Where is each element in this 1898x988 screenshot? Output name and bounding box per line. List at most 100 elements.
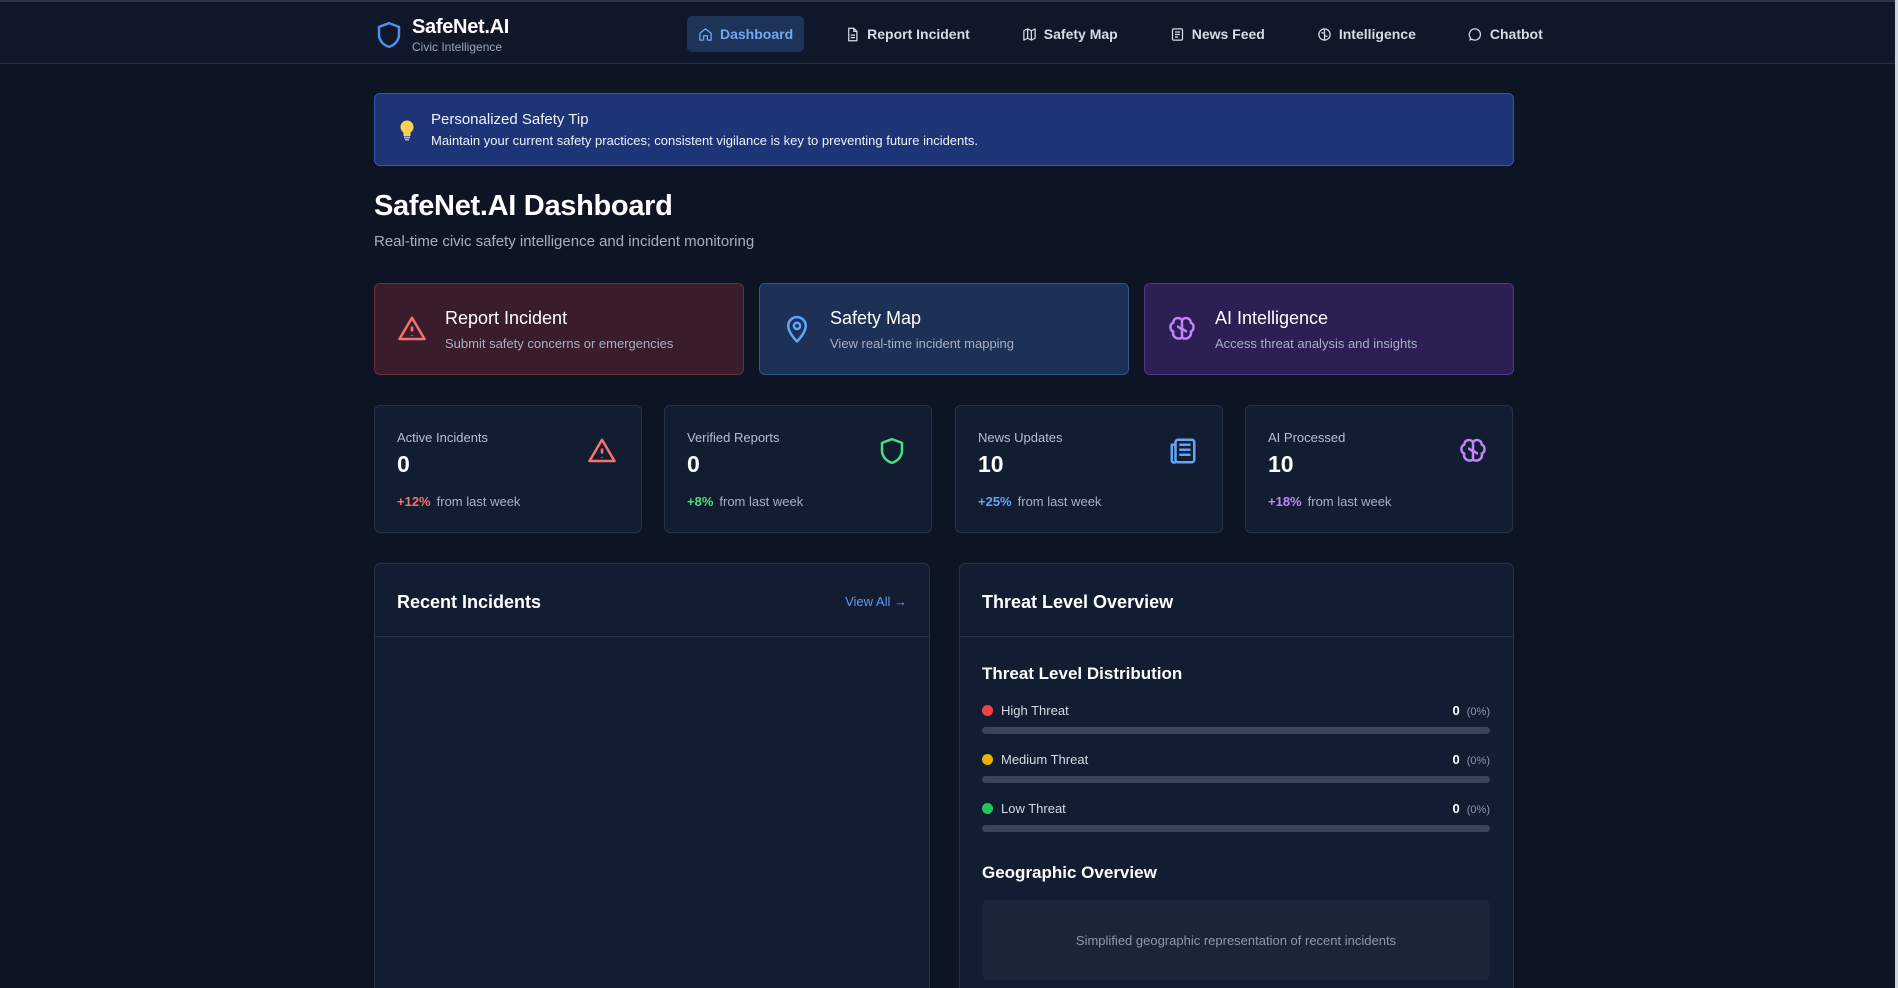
stat-label: Active Incidents: [397, 430, 489, 445]
threat-count-percent: (0%): [1466, 804, 1490, 816]
nav-dashboard-label: Dashboard: [720, 26, 794, 42]
nav-chatbot-label: Chatbot: [1489, 26, 1543, 42]
threat-label-text: High Threat: [1001, 703, 1069, 718]
page-subtitle: Real-time civic safety intelligence and …: [374, 233, 755, 250]
report-incident-card-subtitle: Submit safety concerns or emergencies: [445, 335, 674, 351]
stat-change-text: from last week: [1017, 494, 1102, 509]
nav-dashboard[interactable]: Dashboard: [687, 16, 805, 52]
stat-change-text: from last week: [719, 494, 804, 509]
threat-count: 0 (0%): [1453, 801, 1490, 816]
stat-change-text: from last week: [1307, 494, 1392, 509]
threat-count-number: 0: [1452, 801, 1460, 816]
stat-label: News Updates: [978, 430, 1063, 445]
threat-count-number: 0: [1452, 752, 1460, 767]
ai-intelligence-card-title: AI Intelligence: [1215, 307, 1329, 328]
safety-map-card-subtitle: View real-time incident mapping: [830, 335, 1015, 351]
threat-label-text: Low Threat: [1001, 801, 1066, 816]
main-nav: Dashboard Report Incident Safety Map New…: [687, 16, 1554, 52]
threat-bar: [982, 727, 1490, 734]
nav-safety-map-label: Safety Map: [1043, 26, 1118, 42]
alert-triangle-icon: [398, 316, 426, 341]
report-incident-card-title: Report Incident: [445, 307, 568, 328]
lightbulb-icon: [400, 120, 414, 140]
stat-label: Verified Reports: [687, 430, 780, 445]
nav-safety-map[interactable]: Safety Map: [1011, 16, 1129, 52]
threat-level-overview-panel: Threat Level Overview Threat Level Distr…: [959, 563, 1514, 988]
threat-row-high: High Threat 0 (0%): [982, 703, 1490, 743]
brand-logo[interactable]: SafeNet.AI Civic Intelligence: [374, 16, 509, 54]
brand-subtitle: Civic Intelligence: [412, 40, 503, 54]
page-title: SafeNet.AI Dashboard: [374, 190, 673, 222]
threat-bar: [982, 825, 1490, 832]
map-icon: [1023, 27, 1036, 41]
threat-label-text: Medium Threat: [1001, 752, 1089, 767]
threat-count-percent: (0%): [1466, 755, 1490, 767]
stat-change: +12% from last week: [397, 494, 520, 509]
ai-intelligence-card-subtitle: Access threat analysis and insights: [1215, 335, 1418, 351]
stat-change: +8% from last week: [687, 494, 803, 509]
alert-triangle-icon: [588, 438, 616, 463]
brand-name: SafeNet.AI: [412, 16, 510, 38]
threat-count-percent: (0%): [1466, 706, 1490, 718]
stat-change: +25% from last week: [978, 494, 1101, 509]
stat-change-percent: +12%: [397, 494, 431, 509]
shield-icon: [880, 437, 904, 465]
top-navigation-bar: SafeNet.AI Civic Intelligence Dashboard …: [0, 0, 1898, 64]
threat-label: Medium Threat: [982, 752, 1088, 767]
view-all-link[interactable]: View All →: [845, 594, 907, 609]
ai-intelligence-card[interactable]: AI Intelligence Access threat analysis a…: [1144, 283, 1514, 375]
nav-report-incident[interactable]: Report Incident: [834, 16, 981, 52]
threat-count: 0 (0%): [1453, 703, 1490, 718]
map-pin-icon: [787, 315, 807, 343]
brain-icon: [1318, 27, 1331, 41]
threat-count-number: 0: [1452, 703, 1460, 718]
stat-change-percent: +8%: [687, 494, 714, 509]
newspaper-icon: [1170, 438, 1196, 464]
stat-value: 0: [397, 451, 410, 477]
brain-icon: [1460, 438, 1486, 462]
threat-row-low: Low Threat 0 (0%): [982, 801, 1490, 841]
stat-label: AI Processed: [1268, 430, 1346, 445]
threat-row-medium: Medium Threat 0 (0%): [982, 752, 1490, 792]
stat-card-ai-processed: AI Processed 10 +18% from last week: [1245, 405, 1513, 533]
safety-map-card[interactable]: Safety Map View real-time incident mappi…: [759, 283, 1129, 375]
recent-incidents-title: Recent Incidents: [397, 592, 542, 612]
document-icon: [848, 27, 858, 41]
chat-icon: [1468, 27, 1481, 41]
threat-distribution-title: Threat Level Distribution: [982, 664, 1183, 683]
stat-value: 10: [978, 451, 1004, 477]
report-incident-card[interactable]: Report Incident Submit safety concerns o…: [374, 283, 744, 375]
safety-tip-text: Maintain your current safety practices; …: [431, 133, 978, 148]
nav-news-feed[interactable]: News Feed: [1159, 16, 1276, 52]
stat-value: 10: [1268, 451, 1294, 477]
threat-dot: [982, 705, 993, 716]
stat-card-active-incidents: Active Incidents 0 +12% from last week: [374, 405, 642, 533]
stat-change-percent: +18%: [1268, 494, 1302, 509]
threat-count: 0 (0%): [1453, 752, 1490, 767]
threat-label: Low Threat: [982, 801, 1066, 816]
nav-chatbot[interactable]: Chatbot: [1457, 16, 1554, 52]
nav-news-feed-label: News Feed: [1191, 26, 1265, 42]
geographic-overview-map: Simplified geographic representation of …: [982, 900, 1490, 980]
safety-tip-title: Personalized Safety Tip: [431, 111, 589, 128]
stat-card-news-updates: News Updates 10 +25% from last week: [955, 405, 1223, 533]
threat-overview-title: Threat Level Overview: [982, 592, 1174, 612]
geographic-overview-text: Simplified geographic representation of …: [1075, 932, 1397, 948]
geographic-overview-title: Geographic Overview: [982, 863, 1157, 882]
safety-tip-banner: Personalized Safety Tip Maintain your cu…: [374, 93, 1514, 166]
nav-intelligence-label: Intelligence: [1338, 26, 1416, 42]
stat-change: +18% from last week: [1268, 494, 1391, 509]
nav-intelligence[interactable]: Intelligence: [1306, 16, 1427, 52]
threat-bar: [982, 776, 1490, 783]
home-icon: [699, 27, 712, 41]
threat-overview-header: Threat Level Overview: [960, 564, 1513, 637]
stat-change-text: from last week: [436, 494, 521, 509]
nav-report-incident-label: Report Incident: [867, 26, 970, 42]
threat-label: High Threat: [982, 703, 1069, 718]
stat-value: 0: [687, 451, 700, 477]
newspaper-icon: [1171, 27, 1183, 41]
stat-change-percent: +25%: [978, 494, 1012, 509]
shield-icon: [377, 21, 401, 49]
brain-icon: [1169, 316, 1195, 340]
recent-incidents-header: Recent Incidents View All →: [375, 564, 929, 637]
